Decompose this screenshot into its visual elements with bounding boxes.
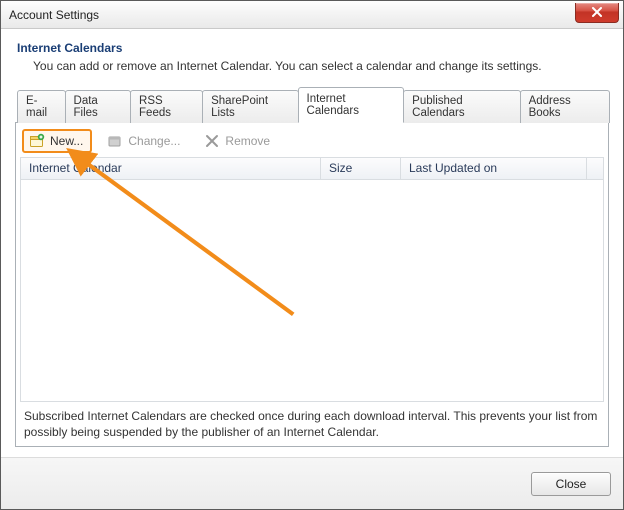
column-header-size[interactable]: Size — [321, 158, 401, 179]
list-body[interactable] — [21, 180, 603, 401]
titlebar: Account Settings — [1, 1, 623, 29]
tab-address-books[interactable]: Address Books — [520, 90, 610, 123]
footnote: Subscribed Internet Calendars are checke… — [24, 408, 600, 440]
tab-published-calendars[interactable]: Published Calendars — [403, 90, 520, 123]
section-heading: Internet Calendars — [17, 41, 609, 55]
window-close-button[interactable] — [575, 3, 619, 23]
account-settings-window: Account Settings Internet Calendars You … — [0, 0, 624, 510]
tab-sharepoint-lists[interactable]: SharePoint Lists — [202, 90, 298, 123]
tabs-row: E-mail Data Files RSS Feeds SharePoint L… — [15, 87, 609, 123]
tab-panel: New... Change... — [15, 122, 609, 447]
remove-button-label: Remove — [225, 134, 270, 148]
new-button[interactable]: New... — [22, 129, 92, 153]
toolbar: New... Change... — [20, 127, 604, 157]
content-area: Internet Calendars You can add or remove… — [1, 29, 623, 457]
tab-data-files[interactable]: Data Files — [65, 90, 132, 123]
section-description: You can add or remove an Internet Calend… — [33, 59, 609, 73]
new-button-label: New... — [50, 134, 83, 148]
dialog-button-row: Close — [1, 457, 623, 509]
change-button-label: Change... — [128, 134, 180, 148]
window-title: Account Settings — [9, 8, 575, 22]
close-icon — [591, 7, 603, 17]
close-button[interactable]: Close — [531, 472, 611, 496]
column-headers: Internet Calendar Size Last Updated on — [21, 158, 603, 180]
column-header-updated[interactable]: Last Updated on — [401, 158, 587, 179]
tab-internet-calendars[interactable]: Internet Calendars — [298, 87, 405, 123]
change-button: Change... — [100, 130, 189, 152]
calendar-list: Internet Calendar Size Last Updated on — [20, 157, 604, 402]
change-icon — [107, 133, 123, 149]
tab-email[interactable]: E-mail — [17, 90, 66, 123]
tab-rss-feeds[interactable]: RSS Feeds — [130, 90, 203, 123]
column-header-spacer — [587, 158, 603, 179]
remove-icon — [204, 133, 220, 149]
new-calendar-icon — [29, 133, 45, 149]
remove-button: Remove — [197, 130, 279, 152]
column-header-name[interactable]: Internet Calendar — [21, 158, 321, 179]
